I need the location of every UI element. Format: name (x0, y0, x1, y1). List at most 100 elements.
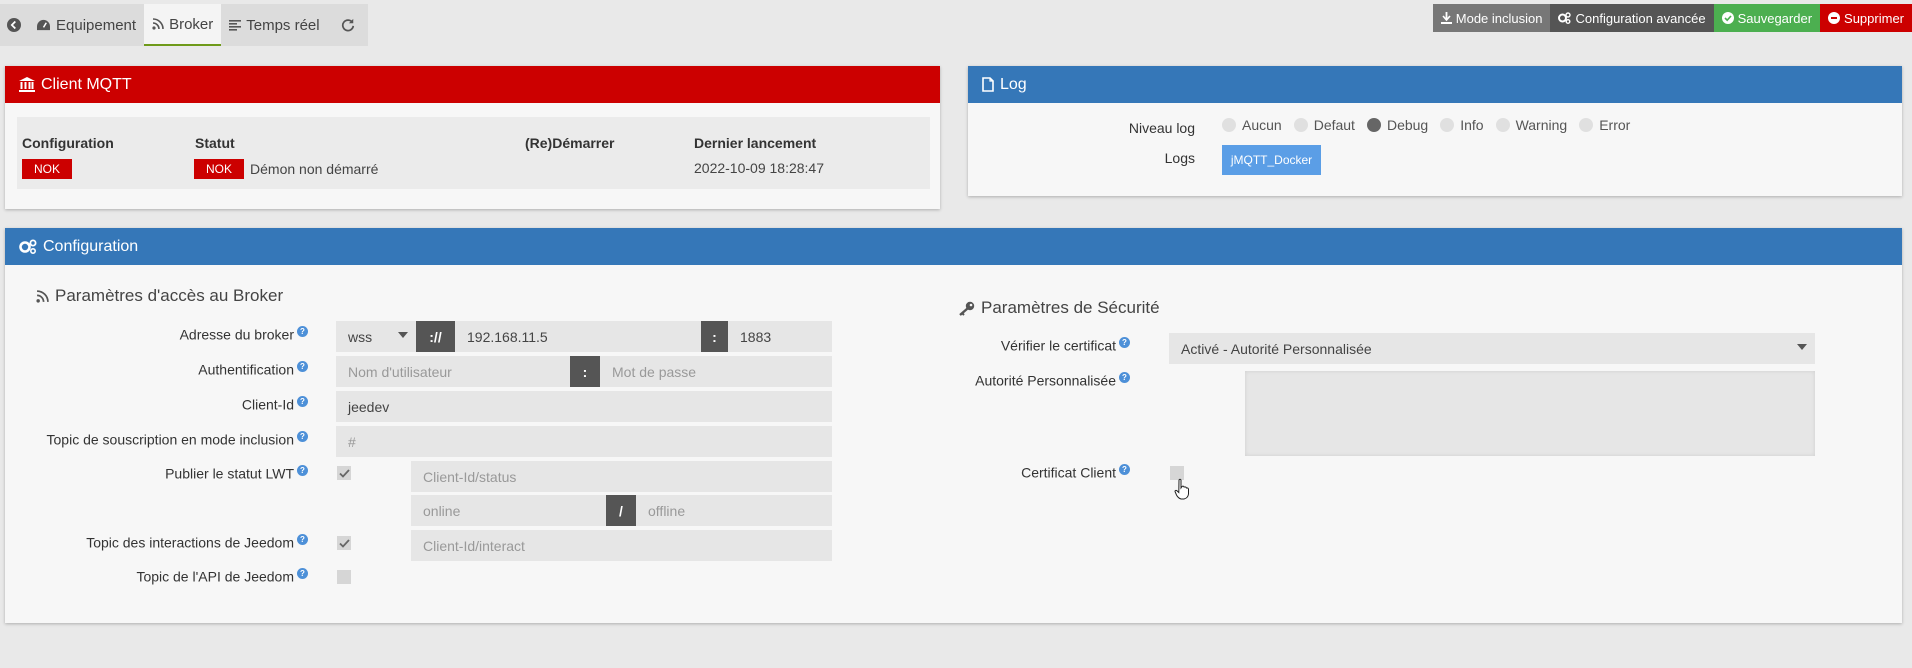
align-left-icon (229, 19, 242, 31)
log-level-radios: Aucun Defaut Debug Info Warning Error (1222, 117, 1630, 133)
auth-label-text: Authentification (198, 361, 294, 378)
lwt-help-icon[interactable]: ? (297, 465, 308, 476)
config-avancee-button[interactable]: Configuration avancée (1550, 4, 1714, 32)
log-level-aucun-label: Aucun (1242, 117, 1282, 133)
action-buttons: Mode inclusion Configuration avancée Sau… (1432, 4, 1912, 32)
port-input[interactable]: 1883 (728, 321, 832, 352)
custom-ca-help-icon[interactable]: ? (1119, 372, 1130, 383)
log-level-error[interactable]: Error (1579, 117, 1630, 133)
address-help-icon[interactable]: ? (297, 326, 308, 337)
radio-debug-icon (1366, 118, 1381, 132)
tab-broker[interactable]: Broker (144, 4, 222, 46)
status-cell: NOK Démon non démarré (194, 159, 378, 179)
protocol-caret-icon (398, 332, 408, 338)
file-icon (982, 77, 994, 92)
client-id-label-text: Client-Id (241, 396, 294, 413)
client-mqtt-title: Client MQTT (41, 75, 132, 93)
api-help-icon[interactable]: ? (297, 568, 308, 579)
password-input[interactable]: Mot de passe (600, 356, 832, 387)
client-mqtt-header: Client MQTT (5, 66, 940, 103)
log-level-debug[interactable]: Debug (1366, 117, 1428, 133)
topic-inclusion-input[interactable]: # (336, 426, 832, 457)
download-icon (1440, 12, 1452, 24)
log-level-warning[interactable]: Warning (1495, 117, 1568, 133)
api-label-text: Topic de l'API de Jeedom (136, 568, 294, 585)
col-header-statut: Statut (195, 135, 235, 151)
tab-equipement[interactable]: Equipement (28, 4, 144, 46)
refresh-button[interactable] (328, 4, 368, 46)
auth-help-icon[interactable]: ? (297, 361, 308, 372)
log-header: Log (968, 66, 1902, 103)
protocol-value: wss (348, 328, 373, 345)
supprimer-button[interactable]: Supprimer (1820, 4, 1912, 32)
host-input[interactable]: 192.168.11.5 (455, 321, 701, 352)
verify-cert-label-text: Vérifier le certificat (1000, 337, 1116, 354)
log-level-error-label: Error (1599, 117, 1631, 133)
key-icon (959, 301, 975, 316)
lwt-label-text: Publier le statut LWT (165, 465, 294, 482)
broker-section-title: Paramètres d'accès au Broker (36, 286, 283, 306)
verify-cert-select[interactable]: Activé - Autorité Personnalisée (1169, 333, 1815, 364)
log-level-aucun[interactable]: Aucun (1222, 117, 1282, 133)
username-input[interactable]: Nom d'utilisateur (336, 356, 570, 387)
tab-temps-reel-label: Temps réel (246, 16, 320, 34)
tab-bar: Equipement Broker Temps réel (0, 4, 368, 46)
broker-section-label: Paramètres d'accès au Broker (55, 286, 284, 305)
log-file-button[interactable]: jMQTT_Docker (1222, 145, 1321, 175)
interact-help-icon[interactable]: ? (297, 534, 308, 545)
protocol-separator: :// (416, 321, 455, 352)
daemon-status-text: Démon non démarré (250, 161, 379, 177)
api-checkbox[interactable] (337, 570, 351, 584)
topic-inclusion-help-icon[interactable]: ? (297, 431, 308, 442)
custom-ca-label: Autorité Personnalisée? (930, 372, 1130, 389)
log-level-warning-label: Warning (1515, 117, 1568, 133)
interact-topic-input[interactable]: Client-Id/interact (411, 530, 832, 561)
log-level-info-label: Info (1460, 117, 1484, 133)
topic-inclusion-placeholder: # (348, 433, 356, 450)
logs-label: Logs (1164, 150, 1195, 166)
tab-temps-reel[interactable]: Temps réel (221, 4, 327, 46)
verify-cert-help-icon[interactable]: ? (1119, 337, 1130, 348)
port-value: 1883 (740, 328, 772, 345)
client-status-table: Configuration Statut (Re)Démarrer Dernie… (17, 117, 930, 189)
check-icon (338, 538, 350, 548)
lwt-online-placeholder: online (423, 502, 461, 519)
interact-label: Topic des interactions de Jeedom? (30, 534, 308, 551)
client-mqtt-panel: Client MQTT Configuration Statut (Re)Dém… (5, 66, 940, 209)
radio-error-icon (1579, 118, 1594, 132)
username-placeholder: Nom d'utilisateur (348, 363, 452, 380)
radio-info-icon (1440, 118, 1455, 132)
configuration-header: Configuration (5, 228, 1902, 265)
custom-ca-label-text: Autorité Personnalisée (975, 372, 1116, 389)
client-cert-help-icon[interactable]: ? (1119, 464, 1130, 475)
check-circle-icon (1721, 12, 1734, 24)
client-id-value: jeedev (348, 398, 390, 415)
last-launch-value: 2022-10-09 18:28:47 (694, 160, 824, 176)
client-id-label: Client-Id? (30, 396, 308, 413)
cogs-icon (19, 239, 37, 254)
lwt-online-input[interactable]: online (411, 495, 606, 526)
arrow-left-circle-icon (7, 18, 21, 32)
lwt-checkbox[interactable] (337, 466, 351, 480)
interact-topic-placeholder: Client-Id/interact (423, 537, 525, 554)
client-id-help-icon[interactable]: ? (297, 396, 308, 407)
security-section-label: Paramètres de Sécurité (981, 298, 1160, 317)
address-label: Adresse du broker? (30, 326, 308, 343)
address-label-text: Adresse du broker (179, 326, 294, 343)
topic-inclusion-label: Topic de souscription en mode inclusion? (10, 431, 308, 448)
sauvegarder-button[interactable]: Sauvegarder (1713, 4, 1821, 32)
tab-broker-label: Broker (169, 15, 214, 33)
log-level-defaut[interactable]: Defaut (1293, 117, 1355, 133)
client-id-input[interactable]: jeedev (336, 391, 832, 422)
lwt-topic-input[interactable]: Client-Id/status (411, 461, 832, 492)
auth-label: Authentification? (30, 361, 308, 378)
host-value: 192.168.11.5 (467, 328, 548, 345)
mode-inclusion-button[interactable]: Mode inclusion (1432, 4, 1551, 32)
log-level-info[interactable]: Info (1440, 117, 1484, 133)
back-button[interactable] (0, 4, 28, 46)
lwt-offline-input[interactable]: offline (636, 495, 832, 526)
lwt-separator: / (606, 495, 636, 526)
rss-icon (152, 18, 164, 30)
interact-checkbox[interactable] (337, 536, 351, 550)
custom-ca-textarea[interactable] (1245, 371, 1815, 456)
